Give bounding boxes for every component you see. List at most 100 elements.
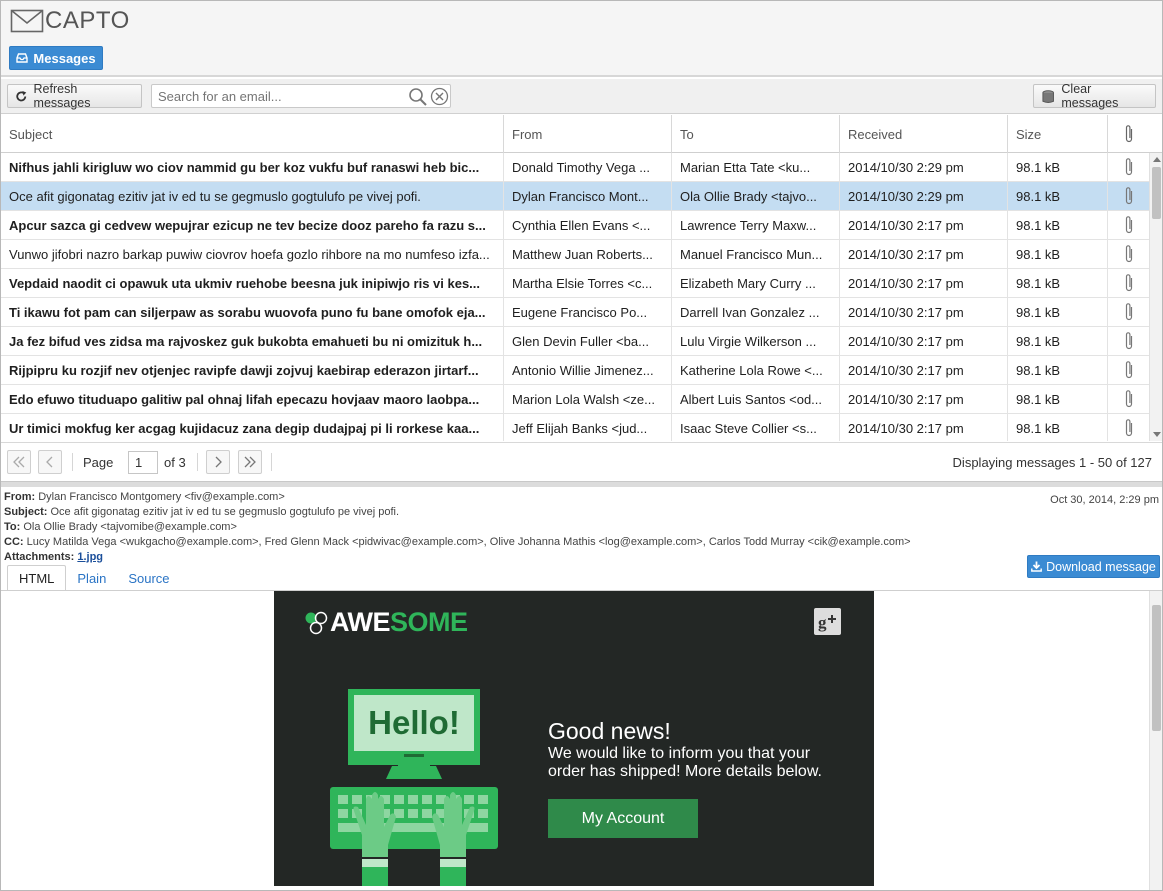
- first-page-button[interactable]: [7, 450, 31, 474]
- meta-subject-label: Subject:: [4, 506, 48, 518]
- cell-from: Matthew Juan Roberts...: [504, 240, 672, 268]
- app-name: CAPTO: [45, 7, 130, 34]
- cell-attachment[interactable]: [1108, 385, 1149, 413]
- previous-page-button[interactable]: [38, 450, 62, 474]
- column-header-subject[interactable]: Subject: [1, 115, 504, 153]
- meta-subject-value: Oce afit gigonatag ezitiv jat iv ed tu s…: [50, 506, 400, 518]
- scroll-down-arrow-icon[interactable]: [1153, 432, 1161, 437]
- pager-separator: [197, 453, 198, 471]
- cell-subject: Ti ikawu fot pam can siljerpaw as sorabu…: [1, 298, 504, 326]
- cell-to: Isaac Steve Collier <s...: [672, 414, 840, 441]
- table-row[interactable]: Rijpipru ku rozjif nev otjenjec ravipfe …: [1, 356, 1149, 385]
- attachment-link[interactable]: 1.jpg: [77, 551, 103, 563]
- table-row[interactable]: Ja fez bifud ves zidsa ma rajvoskez guk …: [1, 327, 1149, 356]
- message-detail: From: Dylan Francisco Montgomery <fiv@ex…: [1, 488, 1162, 591]
- table-row[interactable]: Ur timici mokfug ker acgag kujidacuz zan…: [1, 414, 1149, 441]
- column-header-attachment[interactable]: [1108, 115, 1149, 153]
- tab-source[interactable]: Source: [117, 565, 180, 591]
- grid-scrollbar[interactable]: [1149, 153, 1162, 441]
- cell-subject: Ja fez bifud ves zidsa ma rajvoskez guk …: [1, 327, 504, 355]
- meta-cc-label: CC:: [4, 536, 24, 548]
- search-input[interactable]: [152, 85, 392, 107]
- paperclip-icon: [1125, 361, 1132, 379]
- column-header-size[interactable]: Size: [1008, 115, 1108, 153]
- clear-search-icon[interactable]: [430, 87, 449, 106]
- grid-scrollbar-thumb[interactable]: [1152, 167, 1161, 219]
- google-plus-glyph: g: [818, 613, 836, 632]
- table-row[interactable]: Apcur sazca gi cedvew wepujrar ezicup ne…: [1, 211, 1149, 240]
- paperclip-icon: [1125, 158, 1132, 176]
- preview-scrollbar[interactable]: [1149, 591, 1162, 890]
- inbox-icon: [16, 53, 29, 63]
- download-message-label: Download message: [1046, 559, 1156, 574]
- message-date: Oct 30, 2014, 2:29 pm: [1050, 494, 1159, 506]
- message-meta: From: Dylan Francisco Montgomery <fiv@ex…: [4, 490, 911, 565]
- email-html-body: AWESOME g Hello! Good news! We would lik…: [274, 591, 874, 886]
- meta-cc: CC: Lucy Matilda Vega <wukgacho@example.…: [4, 535, 911, 550]
- table-row[interactable]: Ti ikawu fot pam can siljerpaw as sorabu…: [1, 298, 1149, 327]
- messages-tab[interactable]: Messages: [9, 46, 103, 70]
- meta-to-label: To:: [4, 521, 21, 533]
- cell-attachment[interactable]: [1108, 240, 1149, 268]
- pane-splitter[interactable]: [1, 481, 1162, 487]
- cell-received: 2014/10/30 2:17 pm: [840, 385, 1008, 413]
- cell-size: 98.1 kB: [1008, 240, 1108, 268]
- page-number-input[interactable]: 1: [128, 451, 158, 474]
- table-row[interactable]: Vepdaid naodit ci opawuk uta ukmiv rueho…: [1, 269, 1149, 298]
- refresh-messages-button[interactable]: Refresh messages: [7, 82, 142, 110]
- last-page-button[interactable]: [238, 450, 262, 474]
- cell-to: Darrell Ivan Gonzalez ...: [672, 298, 840, 326]
- column-header-received[interactable]: Received: [840, 115, 1008, 153]
- cell-attachment[interactable]: [1108, 269, 1149, 297]
- tab-plain[interactable]: Plain: [66, 565, 117, 591]
- cell-attachment[interactable]: [1108, 211, 1149, 239]
- tab-html[interactable]: HTML: [7, 565, 67, 591]
- scroll-up-arrow-icon[interactable]: [1153, 157, 1161, 162]
- next-page-button[interactable]: [206, 450, 230, 474]
- cell-to: Albert Luis Santos <od...: [672, 385, 840, 413]
- trash-icon: [1042, 89, 1054, 103]
- column-header-to[interactable]: To: [672, 115, 840, 153]
- cell-received: 2014/10/30 2:29 pm: [840, 153, 1008, 181]
- paperclip-icon: [1125, 274, 1132, 292]
- paperclip-icon: [1125, 125, 1132, 143]
- cell-attachment[interactable]: [1108, 414, 1149, 441]
- column-header-from[interactable]: From: [504, 115, 672, 153]
- envelope-logo-icon: [10, 9, 44, 33]
- cell-from: Donald Timothy Vega ...: [504, 153, 672, 181]
- search-icon[interactable]: [408, 87, 428, 107]
- download-message-button[interactable]: Download message: [1027, 555, 1160, 578]
- brand-first: AWE: [330, 607, 391, 637]
- cell-attachment[interactable]: [1108, 298, 1149, 326]
- google-plus-icon[interactable]: g: [814, 608, 841, 635]
- meta-subject: Subject: Oce afit gigonatag ezitiv jat i…: [4, 505, 911, 520]
- table-row[interactable]: Edo efuwo tituduapo galitiw pal ohnaj li…: [1, 385, 1149, 414]
- table-row[interactable]: Nifhus jahli kirigluw wo ciov nammid gu …: [1, 153, 1149, 182]
- cell-attachment[interactable]: [1108, 327, 1149, 355]
- preview-scrollbar-thumb[interactable]: [1152, 605, 1161, 731]
- message-grid-body: Nifhus jahli kirigluw wo ciov nammid gu …: [1, 153, 1149, 441]
- cell-size: 98.1 kB: [1008, 211, 1108, 239]
- app-window: CAPTO Messages Refresh messages Search f…: [0, 0, 1163, 891]
- cell-attachment[interactable]: [1108, 356, 1149, 384]
- chevron-right-icon: [215, 456, 222, 468]
- cell-to: Katherine Lola Rowe <...: [672, 356, 840, 384]
- paperclip-icon: [1125, 332, 1132, 350]
- cell-attachment[interactable]: [1108, 182, 1149, 210]
- clear-messages-button[interactable]: Clear messages: [1033, 82, 1156, 110]
- meta-from-value: Dylan Francisco Montgomery <fiv@example.…: [38, 491, 285, 503]
- cell-attachment[interactable]: [1108, 153, 1149, 181]
- download-icon: [1031, 561, 1042, 572]
- cell-to: Manuel Francisco Mun...: [672, 240, 840, 268]
- cell-from: Marion Lola Walsh <ze...: [504, 385, 672, 413]
- table-row[interactable]: Oce afit gigonatag ezitiv jat iv ed tu s…: [1, 182, 1149, 211]
- my-account-button[interactable]: My Account: [548, 799, 698, 838]
- table-row[interactable]: Vunwo jifobri nazro barkap puwiw ciovrov…: [1, 240, 1149, 269]
- search-box: [151, 84, 451, 108]
- cell-received: 2014/10/30 2:17 pm: [840, 269, 1008, 297]
- cell-size: 98.1 kB: [1008, 385, 1108, 413]
- cell-from: Cynthia Ellen Evans <...: [504, 211, 672, 239]
- paperclip-icon: [1125, 390, 1132, 408]
- cell-received: 2014/10/30 2:17 pm: [840, 240, 1008, 268]
- pager-display-info: Displaying messages 1 - 50 of 127: [952, 455, 1152, 470]
